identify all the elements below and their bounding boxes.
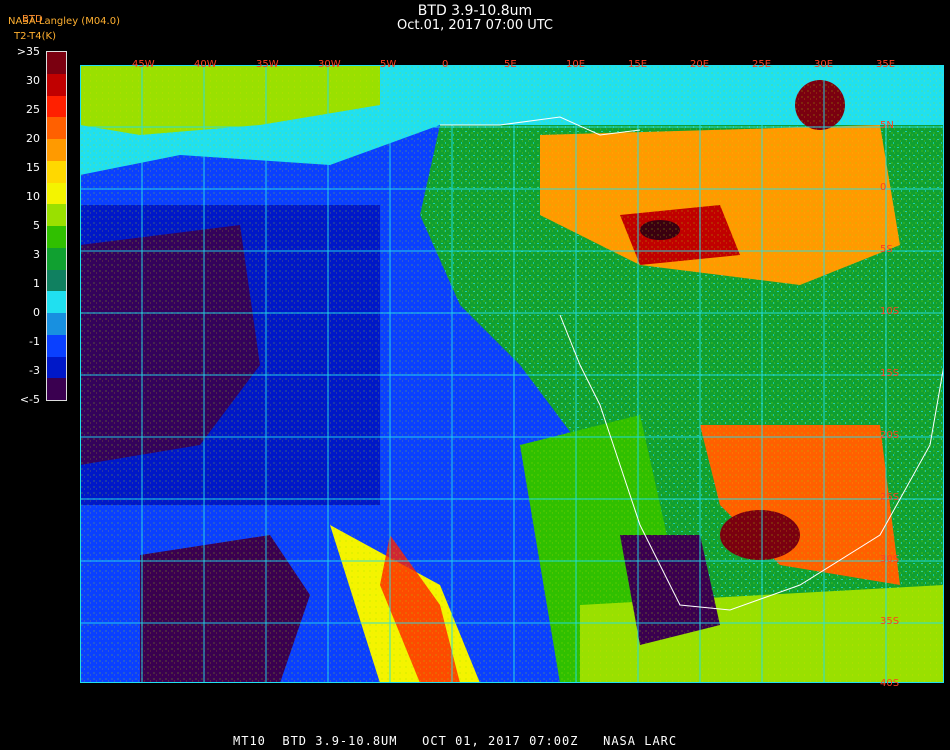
legend-swatch	[47, 269, 66, 292]
legend-label: 25	[26, 103, 40, 116]
speckle-overlay	[80, 65, 944, 683]
latitude-tick: 40S	[880, 678, 900, 689]
legend-swatch	[47, 356, 66, 379]
legend-swatch	[47, 378, 66, 400]
legend-label: 30	[26, 74, 40, 87]
chart-title: BTD 3.9-10.8um	[417, 3, 533, 19]
latitude-tick: 20S	[880, 430, 900, 441]
latitude-tick: 5S	[880, 244, 893, 255]
latitude-tick: 35S	[880, 616, 900, 627]
longitude-tick: 20E	[690, 59, 710, 70]
legend-swatch	[47, 182, 66, 205]
longitude-tick: 5W	[380, 59, 397, 70]
longitude-tick: 30E	[814, 59, 834, 70]
legend-swatch	[47, 73, 66, 96]
color-legend-bar	[46, 51, 67, 401]
legend-label: -3	[29, 364, 40, 377]
latitude-tick: 30S	[880, 554, 900, 565]
latitude-tick: 5N	[880, 120, 894, 131]
longitude-tick: 35W	[256, 59, 279, 70]
longitude-tick: 10E	[566, 59, 586, 70]
legend-swatch	[47, 117, 66, 139]
legend-swatch	[47, 160, 66, 183]
legend-label: 0	[33, 306, 40, 319]
satellite-map	[80, 65, 944, 683]
latitude-tick: 15S	[880, 368, 900, 379]
legend-swatch	[47, 95, 66, 118]
legend-swatch	[47, 204, 66, 226]
legend-swatch	[47, 226, 66, 248]
legend-label: >35	[16, 45, 40, 58]
legend-label: 1	[33, 277, 40, 290]
longitude-tick: 25E	[752, 59, 772, 70]
credit-btd-text: BTD	[22, 14, 43, 25]
latitude-tick: 0	[880, 182, 887, 193]
legend-label: 3	[33, 248, 40, 261]
chart-datetime: Oct.01, 2017 07:00 UTC	[397, 18, 553, 33]
legend-swatch	[47, 334, 66, 357]
longitude-tick: 5E	[504, 59, 517, 70]
legend-swatch	[47, 52, 66, 74]
legend-label: 5	[33, 219, 40, 232]
legend-swatch	[47, 291, 66, 313]
legend-label: -1	[29, 335, 40, 348]
footer-caption: MT10 BTD 3.9-10.8UM OCT 01, 2017 07:00Z …	[233, 734, 678, 748]
legend-swatch	[47, 247, 66, 270]
legend-label: 15	[26, 161, 40, 174]
latitude-tick: 25S	[880, 492, 900, 503]
longitude-tick: 0	[442, 59, 449, 70]
legend-label: <-5	[19, 393, 40, 406]
longitude-tick: 40W	[194, 59, 217, 70]
latitude-tick: 10S	[880, 306, 900, 317]
legend-swatch	[47, 139, 66, 161]
longitude-tick: 35E	[876, 59, 896, 70]
legend-label: 10	[26, 190, 40, 203]
longitude-tick: 45W	[132, 59, 155, 70]
longitude-tick: 15E	[628, 59, 648, 70]
legend-swatch	[47, 313, 66, 335]
legend-label: 20	[26, 132, 40, 145]
longitude-tick: 30W	[318, 59, 341, 70]
unit-label: T2-T4(K)	[14, 31, 56, 42]
